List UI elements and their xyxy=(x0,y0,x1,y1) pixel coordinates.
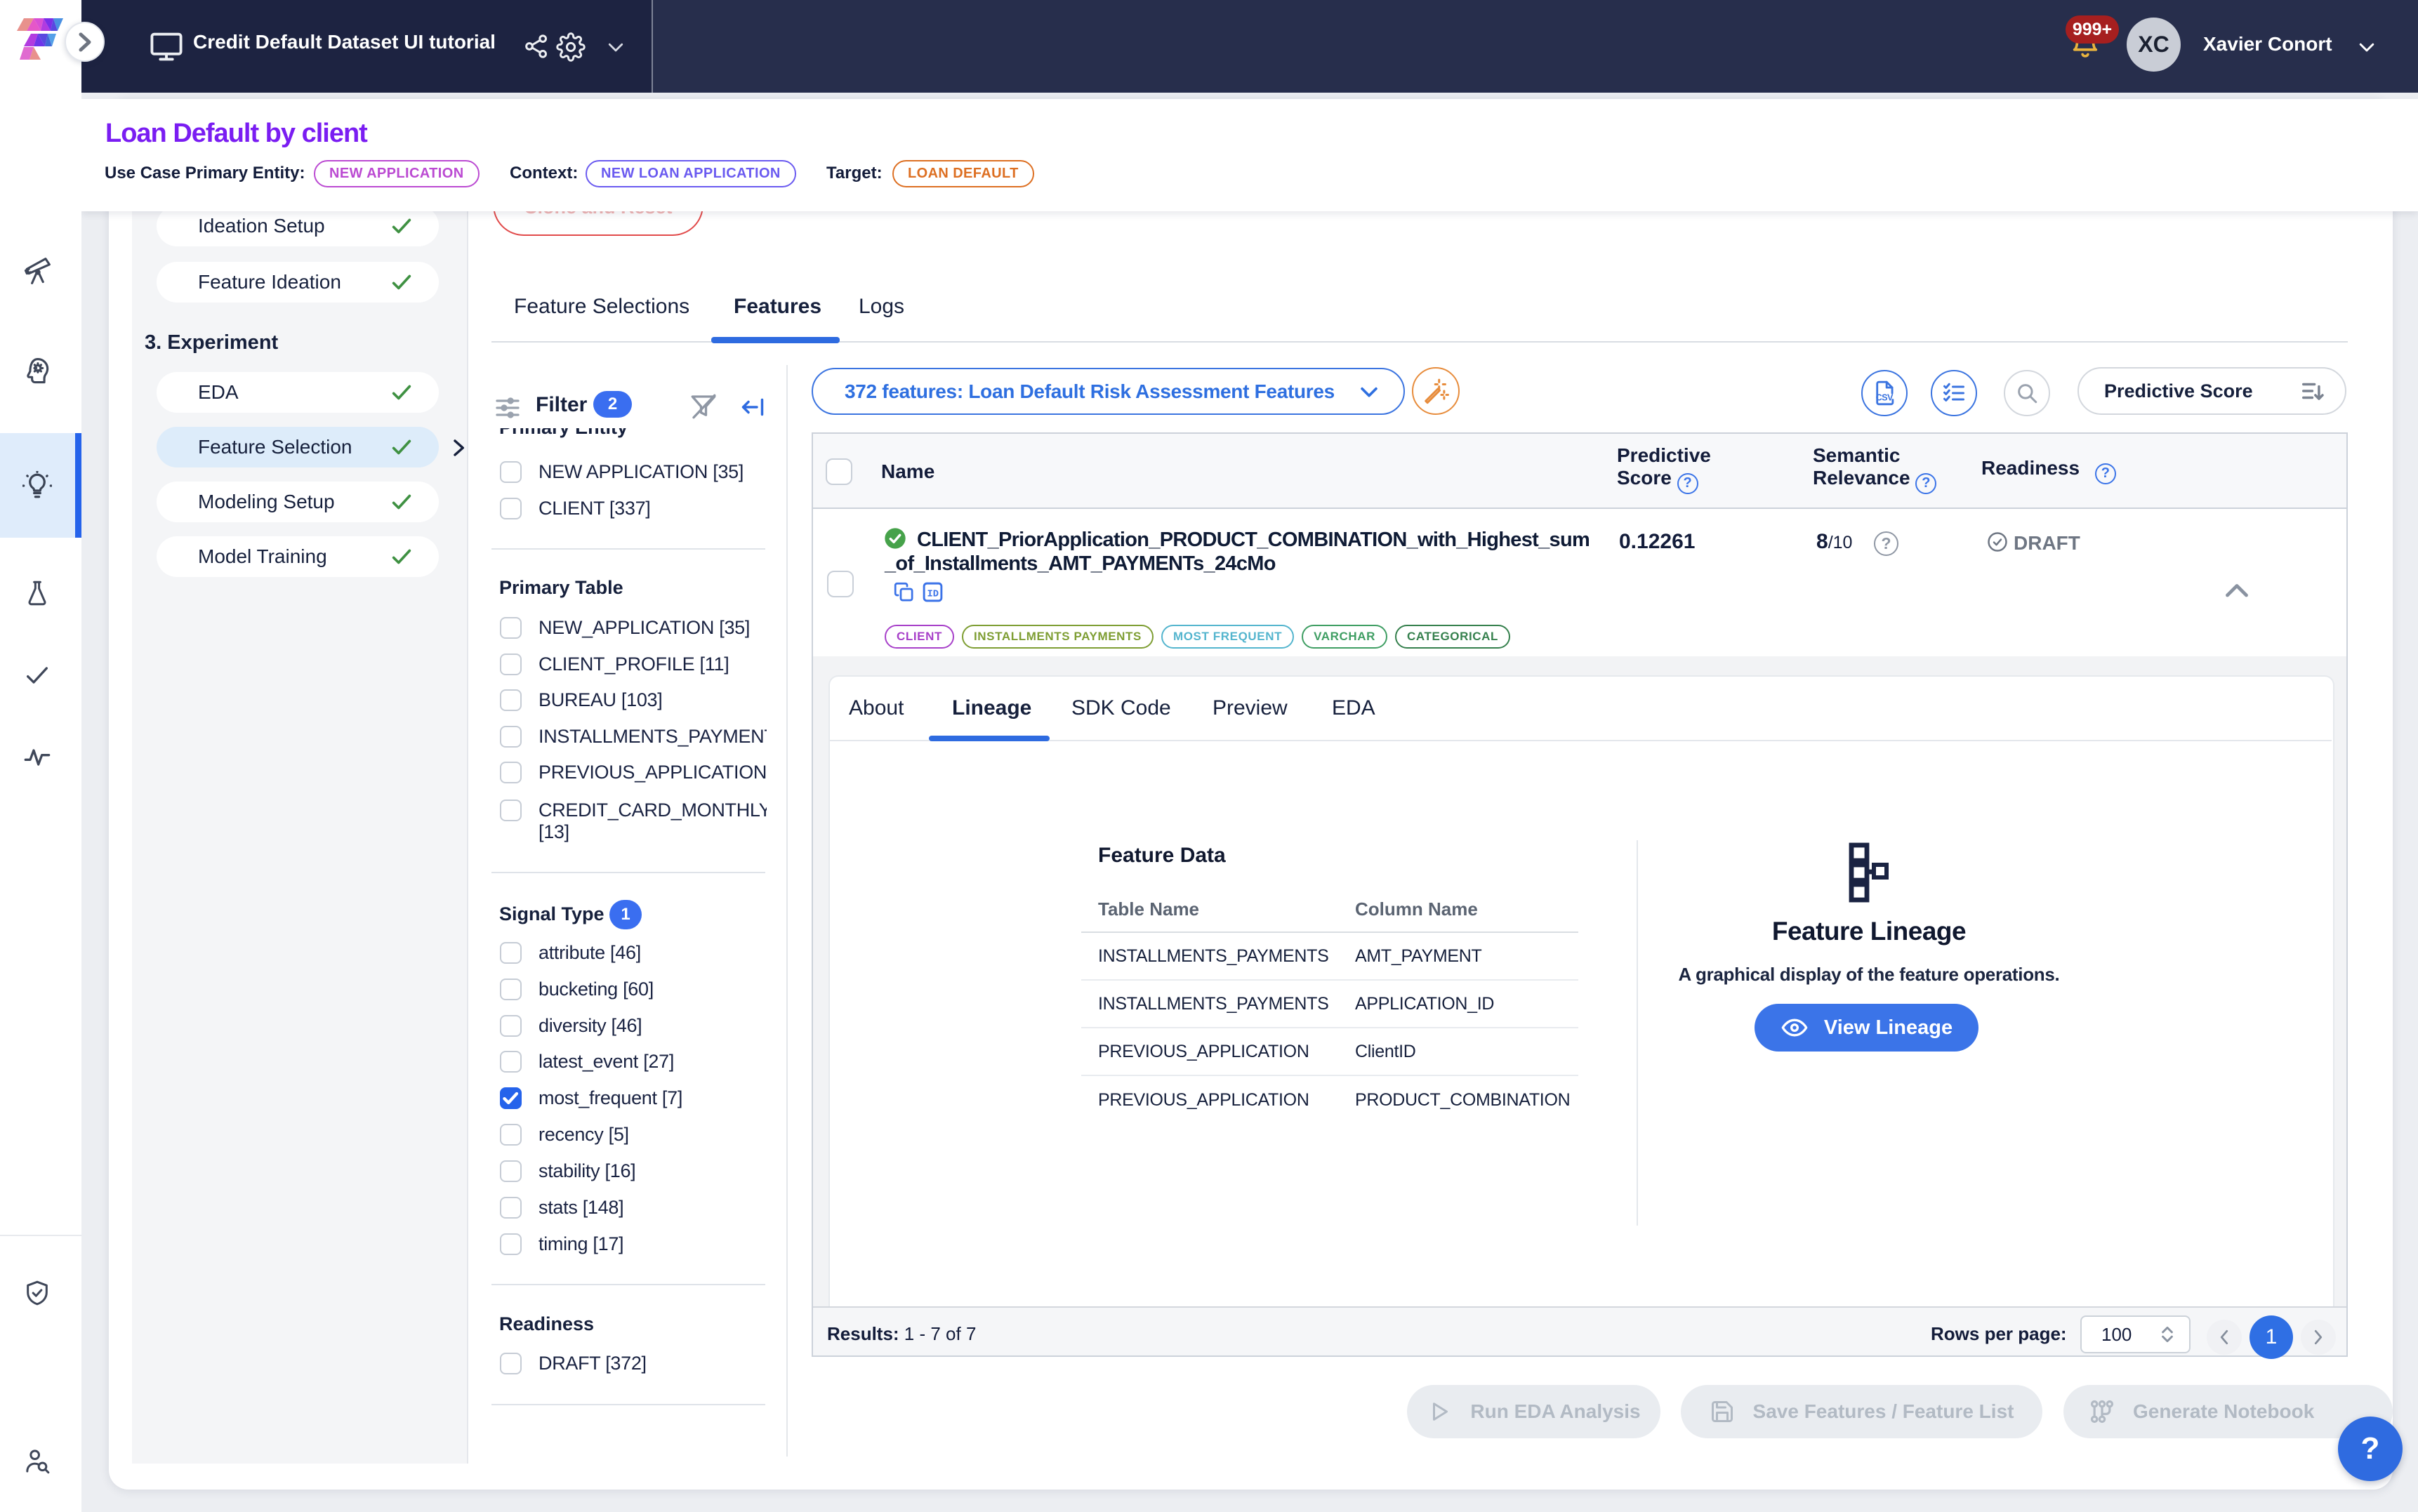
svg-text:ID: ID xyxy=(927,590,939,600)
svg-text:CSV: CSV xyxy=(1876,392,1894,402)
